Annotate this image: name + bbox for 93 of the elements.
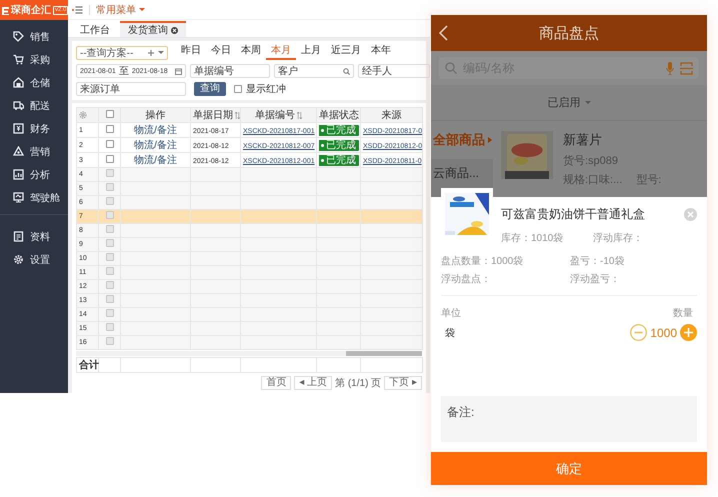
- product-name: 新薯片: [563, 131, 603, 149]
- search-icon: [343, 68, 350, 74]
- page-indicator: 第 (1/1) 页: [335, 377, 382, 390]
- checkbox[interactable]: [106, 124, 114, 132]
- stock-text: 库存：1010袋: [501, 232, 564, 245]
- product-code: 货号:sp089: [563, 154, 620, 168]
- period-tab[interactable]: 本月: [266, 45, 296, 60]
- detail-text: 浮动盈亏：: [570, 272, 621, 286]
- period-tab[interactable]: 今日: [206, 45, 236, 60]
- period-tab[interactable]: 本周: [236, 45, 266, 60]
- tab[interactable]: 发货查询: [120, 21, 186, 37]
- column-header: 单据日期: [193, 108, 233, 122]
- sidebar-item[interactable]: 采购: [0, 48, 68, 71]
- status-tag: 已完成: [319, 155, 359, 166]
- detail-text: 浮动盘点：: [441, 272, 492, 286]
- caret-icon: [158, 51, 164, 54]
- app-logo: 琛商企汇: [11, 3, 51, 17]
- wallet-icon: [13, 123, 24, 134]
- calendar-icon: [175, 68, 182, 74]
- page-title: 商品盘点: [539, 24, 599, 42]
- column-header: 单据状态: [319, 108, 359, 122]
- previous-page-button[interactable]: ◂ 上页: [294, 376, 332, 390]
- input-field[interactable]: 来源订单: [76, 82, 186, 96]
- tab[interactable]: 工作台: [72, 21, 118, 37]
- horizontal-scrollbar[interactable]: [76, 351, 422, 356]
- detail-text: 盈亏：-10袋: [570, 255, 626, 268]
- sidebar-item[interactable]: 配送: [0, 94, 68, 117]
- monitor-icon: [13, 192, 24, 203]
- sidebar-item[interactable]: 仓储: [0, 71, 68, 94]
- document-icon: [13, 231, 24, 242]
- product-spec: 规格:口味:...: [563, 173, 622, 187]
- note-box[interactable]: 备注:: [441, 396, 697, 442]
- sidebar-item[interactable]: 设置: [0, 248, 68, 271]
- plus-icon[interactable]: [148, 50, 154, 56]
- checkbox[interactable]: [234, 85, 242, 93]
- stock-text: 浮动库存：: [593, 232, 644, 245]
- settings-icon[interactable]: [79, 111, 87, 119]
- column-header: 单据编号: [255, 108, 295, 122]
- first-page-button[interactable]: 首页: [261, 376, 292, 390]
- sidebar-item[interactable]: 资料: [0, 225, 68, 248]
- triangle-icon: [488, 137, 492, 143]
- note-field[interactable]: 备注:: [447, 404, 691, 434]
- checkbox-label: 显示红冲: [246, 82, 286, 96]
- recycle-icon: [13, 146, 24, 157]
- unit-text: 袋: [445, 326, 455, 340]
- scheme-dropdown[interactable]: --查询方案--: [76, 46, 168, 60]
- input-field[interactable]: 经手人: [358, 64, 430, 78]
- checkbox[interactable]: [106, 154, 114, 162]
- menu-icon[interactable]: [72, 6, 83, 14]
- period-tab[interactable]: 上月: [296, 45, 326, 60]
- truck-icon: [13, 100, 24, 111]
- status-tag: 已完成: [319, 140, 359, 151]
- quick-menu-dropdown[interactable]: 常用菜单: [96, 2, 145, 16]
- scan-icon[interactable]: [680, 62, 693, 74]
- back-icon[interactable]: [439, 25, 448, 41]
- detail-text: 盘点数量：1000袋: [441, 254, 524, 268]
- sidebar-item[interactable]: 营销: [0, 140, 68, 163]
- cart-icon: [13, 54, 24, 65]
- close-icon[interactable]: [171, 26, 178, 34]
- settings-icon: [13, 254, 24, 265]
- caret-icon: [139, 8, 145, 11]
- period-tab[interactable]: 本年: [366, 45, 396, 60]
- caret-icon: [584, 101, 590, 104]
- tag-icon: [13, 31, 24, 42]
- quantity-value: 1000: [650, 326, 677, 340]
- sidebar-item[interactable]: 驾驶舱: [0, 186, 68, 209]
- logo-icon: [1, 6, 10, 14]
- column-header: 操作: [146, 109, 166, 122]
- sidebar-item[interactable]: 销售: [0, 25, 68, 48]
- sort-icon[interactable]: [235, 112, 240, 118]
- product-name: 可兹富贵奶油饼干普通礼盒: [501, 206, 645, 222]
- sidebar-item[interactable]: 财务: [0, 117, 68, 140]
- search-button[interactable]: 查询: [194, 82, 226, 96]
- summary-label: 合计: [79, 360, 99, 371]
- input-field[interactable]: 单据编号: [190, 64, 270, 78]
- sidebar-item[interactable]: 分析: [0, 163, 68, 186]
- house-icon: [13, 77, 24, 88]
- status-tag: 已完成: [319, 125, 359, 136]
- column-header: 数量: [673, 307, 693, 320]
- period-tab[interactable]: 近三月: [326, 45, 366, 60]
- minus-button[interactable]: [630, 324, 648, 341]
- column-header: 来源: [382, 108, 402, 122]
- checkbox[interactable]: [106, 140, 114, 148]
- plus-button[interactable]: [680, 324, 697, 341]
- next-page-button[interactable]: 下页 ▸: [384, 376, 422, 390]
- microphone-icon[interactable]: [666, 62, 674, 74]
- search-icon: [445, 62, 457, 74]
- checkbox[interactable]: [106, 110, 114, 118]
- period-tab[interactable]: 昨日: [176, 45, 206, 60]
- column-header: 单位: [441, 306, 461, 320]
- sort-icon[interactable]: [297, 112, 302, 118]
- chart-icon: [13, 169, 24, 180]
- product-model: 型号:: [636, 173, 662, 187]
